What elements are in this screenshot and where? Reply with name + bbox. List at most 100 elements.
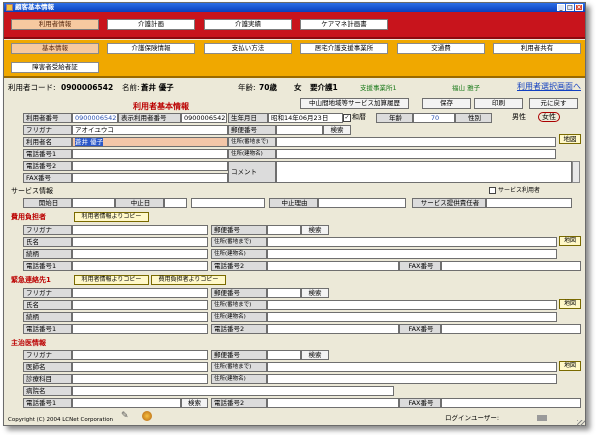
responsible-field[interactable] bbox=[486, 198, 572, 208]
age-label: 年齢: bbox=[238, 83, 256, 92]
zip-search-button[interactable]: 検索 bbox=[323, 125, 351, 135]
emergency-name-field[interactable] bbox=[72, 300, 208, 310]
age-field[interactable]: 70 bbox=[413, 113, 455, 123]
close-button[interactable]: × bbox=[575, 4, 583, 11]
emergency-relation-field[interactable] bbox=[72, 312, 208, 322]
doctor-zip-search-button[interactable]: 検索 bbox=[301, 350, 329, 360]
payer-tel1-field[interactable] bbox=[72, 261, 208, 271]
addr2-field[interactable] bbox=[276, 149, 556, 159]
save-button[interactable]: 保存 bbox=[422, 98, 471, 109]
payer-zip-search-button[interactable]: 検索 bbox=[301, 225, 329, 235]
payer-fax-field[interactable] bbox=[441, 261, 581, 271]
emergency-map-button[interactable]: 地図 bbox=[559, 299, 581, 309]
emergency-copy-payer-button[interactable]: 費用負担者よりコピー bbox=[151, 275, 226, 285]
header-care-level: 要介護1 bbox=[310, 83, 338, 92]
emergency-tel2-field[interactable] bbox=[267, 324, 399, 334]
tab-payment[interactable]: 支払い方法 bbox=[204, 43, 292, 54]
doctor-furigana-field[interactable] bbox=[72, 350, 208, 360]
payer-addr2-field[interactable] bbox=[267, 249, 557, 259]
doctor-addr1-field[interactable] bbox=[267, 362, 557, 372]
tab-caremanager-plan[interactable]: ケアマネ計画書 bbox=[300, 19, 388, 30]
payer-fax-label: FAX番号 bbox=[399, 261, 441, 271]
doctor-fax-field[interactable] bbox=[441, 398, 581, 408]
payer-relation-field[interactable] bbox=[72, 249, 208, 259]
tab-disability-cert[interactable]: 障害者受給者証 bbox=[11, 62, 99, 73]
stop-reason-field[interactable] bbox=[318, 198, 406, 208]
map-button[interactable]: 地図 bbox=[559, 134, 581, 144]
stop-reason-select[interactable] bbox=[191, 198, 265, 208]
doctor-fax-label: FAX番号 bbox=[399, 398, 441, 408]
undo-button[interactable]: 元に戻す bbox=[529, 98, 578, 109]
user-no-field[interactable]: 0900006542 bbox=[72, 113, 118, 123]
comment-scrollbar[interactable] bbox=[572, 161, 580, 183]
print-button[interactable]: 印刷 bbox=[474, 98, 523, 109]
emergency-tel1-field[interactable] bbox=[72, 324, 208, 334]
emergency-fax-label: FAX番号 bbox=[399, 324, 441, 334]
globe-icon[interactable] bbox=[142, 411, 152, 421]
addr1-field[interactable] bbox=[276, 137, 556, 147]
switch-user-link[interactable]: 利用者選択画面へ bbox=[517, 82, 581, 91]
resize-grip[interactable] bbox=[577, 420, 585, 426]
doctor-map-button[interactable]: 地図 bbox=[559, 361, 581, 371]
tab-transport[interactable]: 交通費 bbox=[397, 43, 485, 54]
start-date-field[interactable] bbox=[72, 198, 115, 208]
zip-label: 郵便番号 bbox=[228, 125, 276, 135]
zip-field[interactable] bbox=[276, 125, 323, 135]
user-name-field[interactable]: 蒼井 優子 bbox=[72, 137, 228, 147]
tab-insurance[interactable]: 介護保険情報 bbox=[107, 43, 195, 54]
minimize-button[interactable]: _ bbox=[557, 4, 565, 11]
service-user-checkbox[interactable] bbox=[489, 187, 496, 194]
birth-field[interactable]: 昭和14年06月23日 bbox=[268, 113, 343, 123]
doctor-tel-search-button[interactable]: 検索 bbox=[181, 398, 208, 408]
payer-copy-user-button[interactable]: 利用者情報よりコピー bbox=[74, 212, 149, 222]
emergency-addr1-field[interactable] bbox=[267, 300, 557, 310]
tab-support-office[interactable]: 居宅介護支援事業所 bbox=[300, 43, 388, 54]
emergency-zip-field[interactable] bbox=[267, 288, 301, 298]
tel2-field[interactable] bbox=[72, 161, 228, 171]
era-checkbox[interactable]: ✓ bbox=[343, 114, 351, 122]
payer-name-field[interactable] bbox=[72, 237, 208, 247]
payer-map-button[interactable]: 地図 bbox=[559, 236, 581, 246]
doctor-tel2-field[interactable] bbox=[267, 398, 399, 408]
fax-field[interactable] bbox=[72, 173, 228, 183]
tab-care-plan[interactable]: 介護計画 bbox=[107, 19, 195, 30]
emergency-fax-field[interactable] bbox=[441, 324, 581, 334]
doctor-zip-label: 郵便番号 bbox=[211, 350, 267, 360]
emergency-zip-search-button[interactable]: 検索 bbox=[301, 288, 329, 298]
gender-male-option[interactable]: 男性 bbox=[512, 113, 526, 122]
tab-basic-info[interactable]: 基本情報 bbox=[11, 43, 99, 54]
user-no-label: 利用者番号 bbox=[23, 113, 72, 123]
gender-female-option[interactable]: 女性 bbox=[538, 112, 560, 122]
emergency-heading: 緊急連絡先1 bbox=[11, 276, 51, 284]
payer-tel1-label: 電話番号1 bbox=[23, 261, 72, 271]
doctor-hospital-label: 病院名 bbox=[23, 386, 72, 396]
era-check-label: 和暦 bbox=[352, 113, 366, 121]
doctor-tel1-field[interactable] bbox=[72, 398, 181, 408]
doctor-zip-field[interactable] bbox=[267, 350, 301, 360]
emergency-copy-user-button[interactable]: 利用者情報よりコピー bbox=[74, 275, 149, 285]
tab-user-share[interactable]: 利用者共有 bbox=[493, 43, 581, 54]
doctor-dept-field[interactable] bbox=[72, 374, 208, 384]
tab-care-record[interactable]: 介護実績 bbox=[204, 19, 292, 30]
display-no-label: 表示利用者番号 bbox=[118, 113, 181, 123]
maximize-button[interactable]: □ bbox=[566, 4, 574, 11]
doctor-name-field[interactable] bbox=[72, 362, 208, 372]
doctor-heading: 主治医情報 bbox=[11, 339, 46, 347]
tel1-field[interactable] bbox=[72, 149, 228, 159]
doctor-hospital-field[interactable] bbox=[72, 386, 394, 396]
tab-user-info[interactable]: 利用者情報 bbox=[11, 19, 99, 30]
doctor-tel2-label: 電話番号2 bbox=[211, 398, 267, 408]
surcharge-history-button[interactable]: 中山間地域等サービス加算履歴 bbox=[300, 98, 409, 109]
payer-zip-field[interactable] bbox=[267, 225, 301, 235]
emergency-addr2-field[interactable] bbox=[267, 312, 557, 322]
payer-addr1-field[interactable] bbox=[267, 237, 557, 247]
furigana-field[interactable]: アオイユウコ bbox=[72, 125, 228, 135]
emergency-furigana-field[interactable] bbox=[72, 288, 208, 298]
stop-date-field[interactable] bbox=[164, 198, 187, 208]
doctor-addr2-field[interactable] bbox=[267, 374, 557, 384]
display-no-field[interactable]: 0900006542 bbox=[181, 113, 227, 123]
comment-field[interactable] bbox=[276, 161, 572, 183]
pen-icon[interactable]: ✎ bbox=[121, 411, 129, 421]
payer-tel2-field[interactable] bbox=[267, 261, 399, 271]
payer-furigana-field[interactable] bbox=[72, 225, 208, 235]
